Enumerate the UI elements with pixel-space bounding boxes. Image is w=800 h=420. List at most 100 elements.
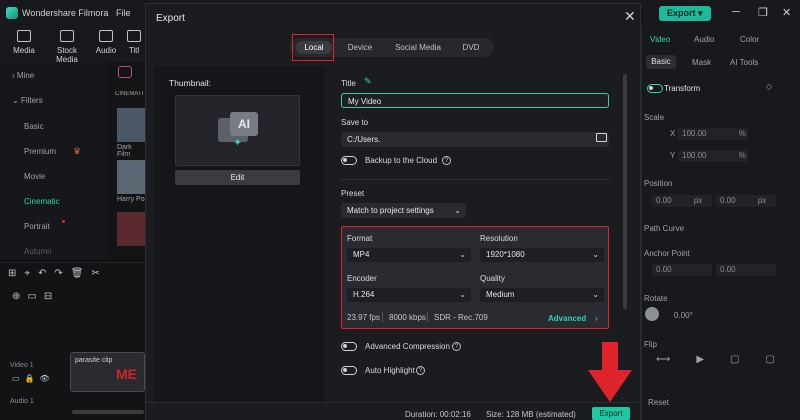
sidebar-item-filters[interactable]: ⌄ Filters bbox=[12, 96, 43, 105]
anchor-x-field[interactable]: 0.00 bbox=[652, 264, 712, 276]
subtab-basic[interactable]: Basic bbox=[646, 55, 676, 69]
scale-x-value: 100.00 bbox=[682, 129, 707, 138]
media-icon bbox=[17, 30, 31, 42]
subtab-mask[interactable]: Mask bbox=[692, 58, 711, 67]
sidebar-item-premium[interactable]: Premium bbox=[24, 147, 56, 156]
toolbar-audio[interactable]: Audio bbox=[88, 30, 124, 55]
color-space-value: SDR - Rec.709 bbox=[434, 313, 488, 322]
ai-edit-icon[interactable]: ✎ bbox=[364, 76, 372, 87]
chevron-down-icon: ⌄ bbox=[454, 206, 461, 215]
quality-select[interactable]: Medium ⌄ bbox=[480, 288, 604, 302]
toolbar-media[interactable]: Media bbox=[6, 30, 42, 55]
filter-thumb[interactable] bbox=[117, 212, 145, 246]
preset-value: Match to project settings bbox=[347, 206, 434, 215]
grid-category-label: CINEMATI bbox=[115, 91, 144, 97]
toolbar-audio-label: Audio bbox=[95, 46, 117, 55]
sidebar-item-portrait[interactable]: Portrait bbox=[24, 222, 50, 231]
maximize-icon[interactable]: ❐ bbox=[758, 6, 768, 19]
resolution-value: 1920*1080 bbox=[486, 250, 525, 259]
preset-select[interactable]: Match to project settings ⌄ bbox=[341, 203, 466, 218]
advanced-compression-label: Advanced Compression bbox=[365, 342, 450, 351]
scale-x-field[interactable]: 100.00 % bbox=[678, 128, 748, 140]
encoder-value: H.264 bbox=[353, 290, 375, 299]
tab-device[interactable]: Device bbox=[340, 41, 380, 54]
store-icon[interactable] bbox=[118, 66, 132, 78]
chevron-down-icon: ⌄ bbox=[592, 290, 599, 299]
file-menu[interactable]: File bbox=[116, 8, 131, 18]
title-label: Title bbox=[341, 79, 356, 88]
sidebar-item-basic[interactable]: Basic bbox=[24, 122, 44, 131]
save-path-input[interactable]: C:/Users. bbox=[341, 132, 609, 147]
thumbnail-preview[interactable]: AI ✦ bbox=[175, 95, 300, 166]
backup-cloud-toggle[interactable] bbox=[341, 156, 357, 165]
position-y-field[interactable]: 0.00 px bbox=[716, 195, 776, 207]
tab-dvd[interactable]: DVD bbox=[454, 41, 488, 54]
anchor-y-field[interactable]: 0.00 bbox=[716, 264, 776, 276]
advanced-compression-toggle[interactable] bbox=[341, 342, 357, 351]
tab-video[interactable]: Video bbox=[650, 35, 670, 44]
bitrate-value: 8000 kbps bbox=[389, 313, 426, 322]
scale-y-axis: Y bbox=[670, 151, 676, 160]
app-name: Wondershare Filmora bbox=[22, 8, 109, 18]
subtab-ai-tools[interactable]: AI Tools bbox=[730, 58, 758, 67]
clip-label: parasite clip bbox=[75, 357, 113, 364]
preset-label: Preset bbox=[341, 189, 365, 198]
sidebar-item-cinematic[interactable]: Cinematic bbox=[24, 197, 60, 206]
advanced-link[interactable]: Advanced › bbox=[548, 313, 598, 323]
toolbar-stock-media[interactable]: Stock Media bbox=[46, 30, 88, 64]
red-arrow-annotation bbox=[588, 342, 632, 402]
sidebar-item-movie[interactable]: Movie bbox=[24, 172, 45, 181]
close-icon[interactable]: ✕ bbox=[624, 8, 636, 25]
auto-highlight-toggle[interactable] bbox=[341, 366, 357, 375]
filter-thumb-dark-film[interactable] bbox=[117, 108, 145, 142]
help-icon[interactable]: ? bbox=[442, 156, 451, 165]
sidebar-item-mine[interactable]: › Mine bbox=[12, 71, 34, 80]
help-icon[interactable]: ? bbox=[416, 366, 425, 375]
fps-value: 23.97 fps bbox=[347, 313, 380, 322]
chevron-right-icon: › bbox=[594, 313, 598, 323]
keyframe-diamond-icon[interactable]: ◇ bbox=[766, 82, 772, 91]
new-dot-badge bbox=[62, 220, 65, 223]
track-tools-icon[interactable]: ⊕▭⊟ bbox=[12, 291, 59, 302]
toolbar-titles-label: Titl bbox=[128, 46, 140, 55]
anchor-y-value: 0.00 bbox=[720, 265, 736, 274]
tab-audio[interactable]: Audio bbox=[694, 35, 714, 44]
encoder-select[interactable]: H.264 ⌄ bbox=[347, 288, 471, 302]
separator bbox=[382, 312, 383, 322]
sidebar-item-autumn[interactable]: Autumn bbox=[24, 247, 52, 256]
filter-thumb-harry-potter[interactable] bbox=[117, 160, 145, 194]
title-input[interactable]: My Video bbox=[341, 93, 609, 108]
tab-color[interactable]: Color bbox=[740, 35, 759, 44]
reset-button[interactable]: Reset bbox=[648, 398, 669, 407]
edit-thumbnail-button[interactable]: Edit bbox=[175, 170, 300, 185]
filmora-logo-icon bbox=[6, 7, 18, 19]
dialog-scrollbar[interactable] bbox=[623, 74, 627, 309]
timeline-tools-icon[interactable]: ⊞⌖↶↷🗑✂ bbox=[8, 268, 108, 279]
position-x-field[interactable]: 0.00 px bbox=[652, 195, 712, 207]
tab-social-media[interactable]: Social Media bbox=[390, 41, 446, 54]
help-icon[interactable]: ? bbox=[452, 342, 461, 351]
close-window-icon[interactable]: ✕ bbox=[782, 6, 791, 19]
chevron-down-icon: ⌄ bbox=[459, 290, 466, 299]
backup-cloud-label: Backup to the Cloud bbox=[365, 156, 438, 165]
rotate-value[interactable]: 0.00° bbox=[674, 311, 693, 320]
rotate-label: Rotate bbox=[644, 294, 668, 303]
toolbar-titles[interactable]: Titl bbox=[124, 30, 144, 55]
separator bbox=[427, 312, 428, 322]
save-to-label: Save to bbox=[341, 118, 369, 127]
toolbar-media-label: Media bbox=[13, 46, 35, 55]
folder-icon[interactable] bbox=[596, 133, 607, 142]
rotate-dial[interactable] bbox=[645, 307, 659, 321]
auto-highlight-label: Auto Highlight bbox=[365, 366, 415, 375]
track-controls-icon[interactable]: ▭🔒👁 bbox=[12, 374, 55, 383]
export-button[interactable]: Export bbox=[592, 407, 630, 420]
size-label-text: Size: bbox=[486, 410, 504, 419]
minimize-icon[interactable]: ─ bbox=[732, 6, 740, 18]
timeline-scrollbar[interactable] bbox=[72, 410, 144, 414]
resolution-select[interactable]: 1920*1080 ⌄ bbox=[480, 248, 604, 262]
flip-buttons-icon[interactable]: ⟷▶▢▢ bbox=[656, 354, 800, 365]
format-select[interactable]: MP4 ⌄ bbox=[347, 248, 471, 262]
header-export-button[interactable]: Export ▾ bbox=[659, 6, 711, 21]
transform-toggle[interactable] bbox=[647, 84, 663, 93]
scale-y-field[interactable]: 100.00 % bbox=[678, 150, 748, 162]
